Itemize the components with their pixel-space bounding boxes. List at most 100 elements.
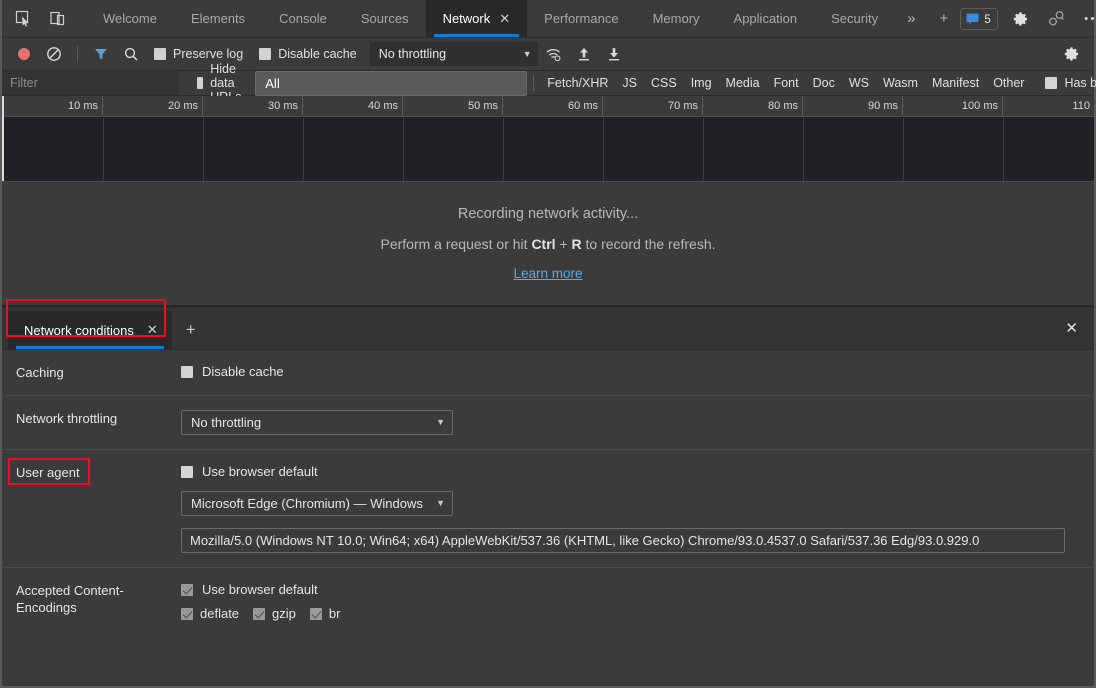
throttling-value: No throttling — [379, 47, 446, 61]
throttling-row: Network throttling No throttling ▼ — [2, 396, 1094, 450]
type-filter-js[interactable]: JS — [615, 75, 644, 91]
network-conditions-icon[interactable] — [540, 41, 568, 67]
encodings-field: Use browser default deflate gzip br — [181, 582, 1094, 621]
type-filter-doc[interactable]: Doc — [806, 75, 842, 91]
tab-label: Elements — [191, 11, 245, 26]
encoding-option-gzip: gzip — [272, 606, 296, 621]
message-icon — [966, 12, 979, 25]
customize-devtools-icon[interactable] — [1044, 6, 1070, 32]
type-filter-font[interactable]: Font — [767, 75, 806, 91]
selected-value: No throttling — [191, 415, 261, 430]
clear-icon[interactable] — [40, 41, 68, 67]
chevron-down-icon: ▼ — [523, 50, 532, 59]
device-toolbar-icon[interactable] — [44, 6, 70, 32]
type-filter-manifest[interactable]: Manifest — [925, 75, 986, 91]
network-toolbar-right — [1058, 41, 1086, 67]
divider — [533, 75, 534, 91]
type-filter-css[interactable]: CSS — [644, 75, 684, 91]
drawer-tab-label: Network conditions — [24, 323, 134, 338]
timeline-cursor — [2, 96, 4, 181]
has-blocked-cookies-checkbox[interactable]: Has blocked cookies — [1045, 76, 1096, 90]
checkbox-box[interactable] — [253, 608, 265, 620]
checkbox-box[interactable] — [310, 608, 322, 620]
user-agent-row: User agent Use browser default Microsoft… — [2, 450, 1094, 568]
tab-performance[interactable]: Performance — [527, 0, 635, 37]
record-button-icon[interactable] — [10, 41, 38, 67]
more-tabs-icon[interactable]: » — [895, 0, 927, 37]
add-drawer-tab-icon[interactable]: + — [172, 311, 210, 349]
tab-memory[interactable]: Memory — [636, 0, 717, 37]
timeline-tick: 60 ms — [503, 96, 603, 116]
hint-prefix: Perform a request or hit — [380, 236, 531, 252]
user-agent-preset-select[interactable]: Microsoft Edge (Chromium) — Windows ▼ — [181, 491, 453, 516]
type-filter-media[interactable]: Media — [719, 75, 767, 91]
use-browser-default-checkbox[interactable]: Use browser default — [181, 464, 1094, 479]
accepted-content-encodings-label: Accepted Content-Encodings — [16, 582, 181, 621]
tab-sources[interactable]: Sources — [344, 0, 426, 37]
close-icon[interactable]: ✕ — [499, 12, 510, 25]
import-har-icon[interactable] — [570, 41, 598, 67]
drawer-tab-network-conditions[interactable]: Network conditions ✕ — [8, 311, 172, 349]
tab-elements[interactable]: Elements — [174, 0, 262, 37]
filter-bar-right: Has blocked cookies Blocked Requests — [1045, 76, 1096, 90]
type-filter-ws[interactable]: WS — [842, 75, 876, 91]
chevron-down-icon: ▼ — [436, 418, 445, 427]
user-agent-string-input[interactable] — [181, 528, 1065, 553]
shortcut-key-ctrl: Ctrl — [531, 236, 555, 252]
tab-welcome[interactable]: Welcome — [86, 0, 174, 37]
type-filter-all[interactable]: All — [255, 71, 527, 96]
type-filter-img[interactable]: Img — [684, 75, 719, 91]
checkbox-box[interactable] — [181, 608, 193, 620]
encodings-use-browser-default-checkbox[interactable]: Use browser default — [181, 582, 1094, 597]
more-options-icon[interactable] — [1080, 6, 1096, 32]
close-drawer-icon[interactable]: ✕ — [1049, 307, 1094, 349]
search-icon[interactable] — [117, 41, 145, 67]
encoding-option-deflate: deflate — [200, 606, 239, 621]
user-agent-field: Use browser default Microsoft Edge (Chro… — [181, 464, 1094, 553]
filter-bar: Hide data URLs All Fetch/XHR JS CSS Img … — [2, 71, 1094, 96]
tab-label: Console — [279, 11, 327, 26]
toolbar-divider — [77, 46, 78, 62]
export-har-icon[interactable] — [600, 41, 628, 67]
type-filter-fetch-xhr[interactable]: Fetch/XHR — [540, 75, 615, 91]
throttling-dropdown[interactable]: No throttling ▼ — [370, 42, 538, 66]
tab-security[interactable]: Security — [814, 0, 895, 37]
preserve-log-label: Preserve log — [173, 47, 243, 61]
checkbox-box — [181, 466, 193, 478]
disable-cache-checkbox[interactable]: Disable cache — [252, 47, 364, 61]
filter-icon[interactable] — [87, 41, 115, 67]
search-input[interactable] — [2, 71, 179, 95]
checkbox-box — [1045, 77, 1057, 89]
network-throttling-select[interactable]: No throttling ▼ — [181, 410, 453, 435]
tab-application[interactable]: Application — [717, 0, 815, 37]
timeline-ruler: 10 ms 20 ms 30 ms 40 ms 50 ms 60 ms 70 m… — [2, 96, 1094, 117]
type-filter-other[interactable]: Other — [986, 75, 1031, 91]
chevron-down-icon: ▼ — [436, 499, 445, 508]
tab-label: Memory — [653, 11, 700, 26]
add-tab-icon[interactable]: + — [927, 0, 960, 37]
message-count-badge[interactable]: 5 — [960, 8, 998, 30]
network-overview[interactable]: 10 ms 20 ms 30 ms 40 ms 50 ms 60 ms 70 m… — [2, 96, 1094, 182]
disable-cache-label: Disable cache — [202, 364, 284, 379]
type-filter-wasm[interactable]: Wasm — [876, 75, 925, 91]
timeline-tick: 20 ms — [103, 96, 203, 116]
timeline-tick: 40 ms — [303, 96, 403, 116]
selected-value: Microsoft Edge (Chromium) — Windows — [191, 496, 423, 511]
inspect-element-icon[interactable] — [10, 6, 36, 32]
close-icon[interactable]: ✕ — [147, 322, 158, 338]
recording-status-text: Recording network activity... — [458, 206, 638, 222]
tab-label: Welcome — [103, 11, 157, 26]
network-throttling-label: Network throttling — [16, 410, 181, 435]
checkbox-box — [154, 48, 166, 60]
tab-console[interactable]: Console — [262, 0, 344, 37]
timeline-tick: 10 ms — [2, 96, 103, 116]
gear-icon[interactable] — [1008, 6, 1034, 32]
timeline-tick: 50 ms — [403, 96, 503, 116]
disable-cache-checkbox[interactable]: Disable cache — [181, 364, 1094, 379]
learn-more-link[interactable]: Learn more — [513, 266, 582, 281]
caching-field: Disable cache — [181, 364, 1094, 381]
tab-label: Sources — [361, 11, 409, 26]
preserve-log-checkbox[interactable]: Preserve log — [147, 47, 250, 61]
tab-network[interactable]: Network ✕ — [426, 0, 528, 37]
gear-icon[interactable] — [1058, 41, 1086, 67]
